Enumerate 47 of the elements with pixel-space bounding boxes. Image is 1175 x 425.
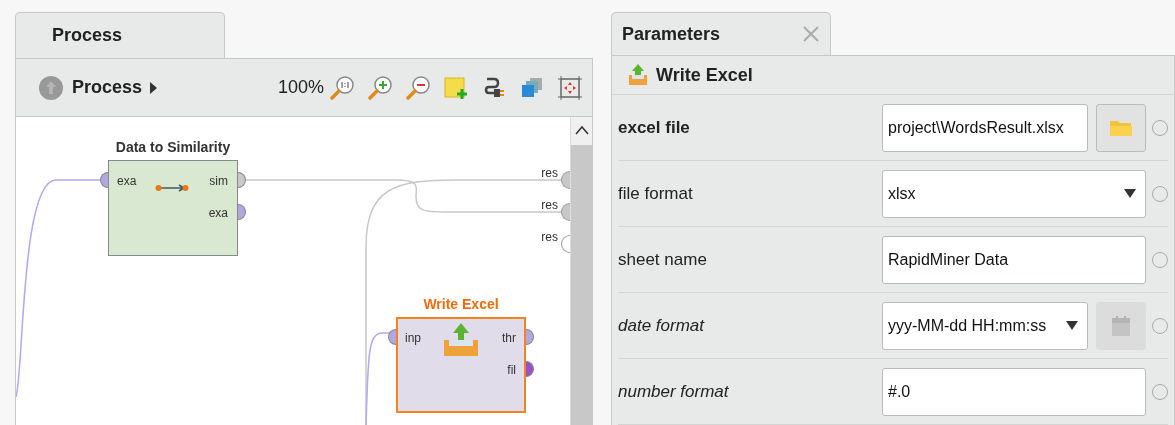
layers-icon[interactable] [520, 75, 544, 100]
port-label: res [541, 197, 558, 214]
operator-name: Write Excel [656, 63, 753, 87]
process-tab[interactable]: Process [15, 12, 225, 58]
dropdown-arrow-icon[interactable] [1066, 321, 1078, 330]
zoom-level: 100% [277, 76, 324, 99]
port-label: exa [207, 205, 228, 222]
parameter-label: sheet name [618, 248, 708, 271]
dropdown-arrow-icon[interactable] [1124, 189, 1136, 198]
scroll-up-icon[interactable] [574, 125, 589, 135]
calendar-icon [1109, 313, 1133, 338]
input-field[interactable]: project\WordsResult.xlsx [882, 103, 1088, 152]
calendar-button[interactable] [1096, 301, 1146, 350]
parameter-label: date format [618, 314, 706, 337]
add-note-icon[interactable] [444, 75, 468, 100]
port-label: exa [117, 173, 137, 190]
input-field[interactable]: #.0 [882, 367, 1146, 416]
operator-node[interactable] [108, 160, 238, 256]
dropdown[interactable]: yyy-MM-dd HH:mm:ss [882, 301, 1088, 350]
zoom-in-icon[interactable] [368, 75, 392, 100]
fit-frame-icon[interactable] [558, 75, 582, 100]
parameter-label: file format [618, 182, 694, 205]
tab-label: Parameters [622, 22, 721, 46]
input-field[interactable]: RapidMiner Data [882, 235, 1146, 284]
upload-tray-icon [626, 63, 650, 87]
caret-icon[interactable] [150, 81, 159, 94]
parameter-label: excel file [618, 116, 691, 139]
operator-title: Write Excel [422, 295, 500, 314]
port-label: thr [501, 330, 516, 347]
operator-node[interactable] [396, 317, 526, 413]
close-icon[interactable] [803, 26, 820, 42]
operator-title: Data to Similarity [114, 138, 232, 157]
port-label: res [541, 165, 558, 182]
plug-icon[interactable] [482, 75, 506, 100]
zoom-out-icon[interactable] [406, 75, 430, 100]
upload-tray-icon [443, 322, 479, 358]
parameters-tab[interactable]: Parameters [611, 12, 831, 55]
port-label: res [541, 229, 558, 246]
zoom-reset-icon[interactable] [330, 75, 354, 100]
browse-button[interactable] [1096, 103, 1146, 152]
dropdown[interactable]: xlsx [882, 169, 1146, 218]
breadcrumb-link[interactable]: Process [72, 74, 143, 101]
arrow-icon [155, 184, 189, 192]
port-label: fil [506, 362, 516, 379]
port-label: inp [405, 330, 421, 347]
port-label: sim [208, 173, 228, 190]
parameter-label: number format [618, 380, 730, 403]
